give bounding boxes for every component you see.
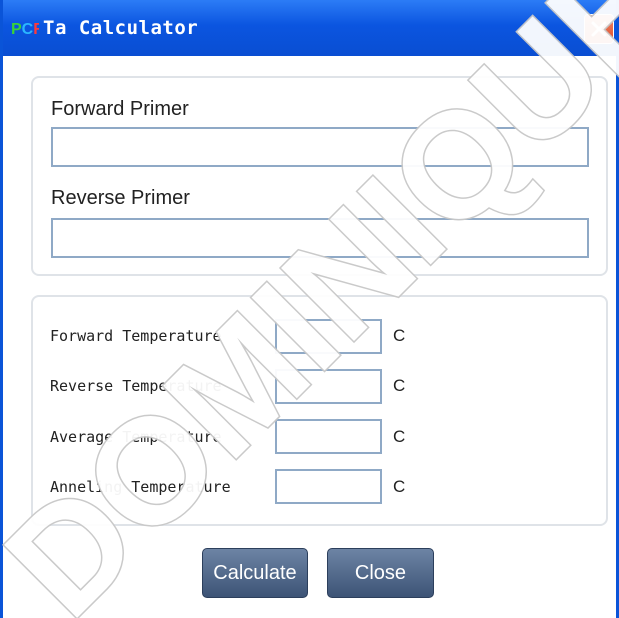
anneling-temperature-field[interactable] <box>275 469 382 504</box>
average-temperature-field[interactable] <box>275 419 382 454</box>
average-temperature-label: Average Temperature <box>50 428 222 446</box>
forward-primer-input[interactable] <box>51 127 589 167</box>
title-bar[interactable]: PCR Ta Calculator <box>3 0 616 56</box>
ta-calculator-window: PCR Ta Calculator Forward Primer Reverse… <box>0 0 619 618</box>
reverse-temperature-label: Reverse Temperature <box>50 377 222 395</box>
forward-temperature-field[interactable] <box>275 319 382 354</box>
forward-temperature-unit: C <box>393 326 406 345</box>
forward-primer-label: Forward Primer <box>51 98 189 120</box>
temperatures-group: Forward Temperature C Reverse Temperatur… <box>31 295 608 526</box>
close-button[interactable]: Close <box>327 548 434 598</box>
pcr-logo-icon: PCR <box>11 21 39 38</box>
anneling-temperature-unit: C <box>393 477 406 496</box>
window-title: Ta Calculator <box>43 17 199 39</box>
reverse-temperature-field[interactable] <box>275 369 382 404</box>
average-temperature-unit: C <box>393 427 406 446</box>
svg-text:PCR: PCR <box>11 21 39 38</box>
reverse-temperature-unit: C <box>393 376 406 395</box>
calculate-button[interactable]: Calculate <box>202 548 308 598</box>
primers-group: Forward Primer Reverse Primer <box>31 76 608 276</box>
reverse-primer-label: Reverse Primer <box>51 187 190 209</box>
reverse-primer-input[interactable] <box>51 218 589 258</box>
close-icon[interactable] <box>584 14 614 44</box>
forward-temperature-label: Forward Temperature <box>50 327 222 345</box>
anneling-temperature-label: Anneling Temperature <box>50 478 231 496</box>
